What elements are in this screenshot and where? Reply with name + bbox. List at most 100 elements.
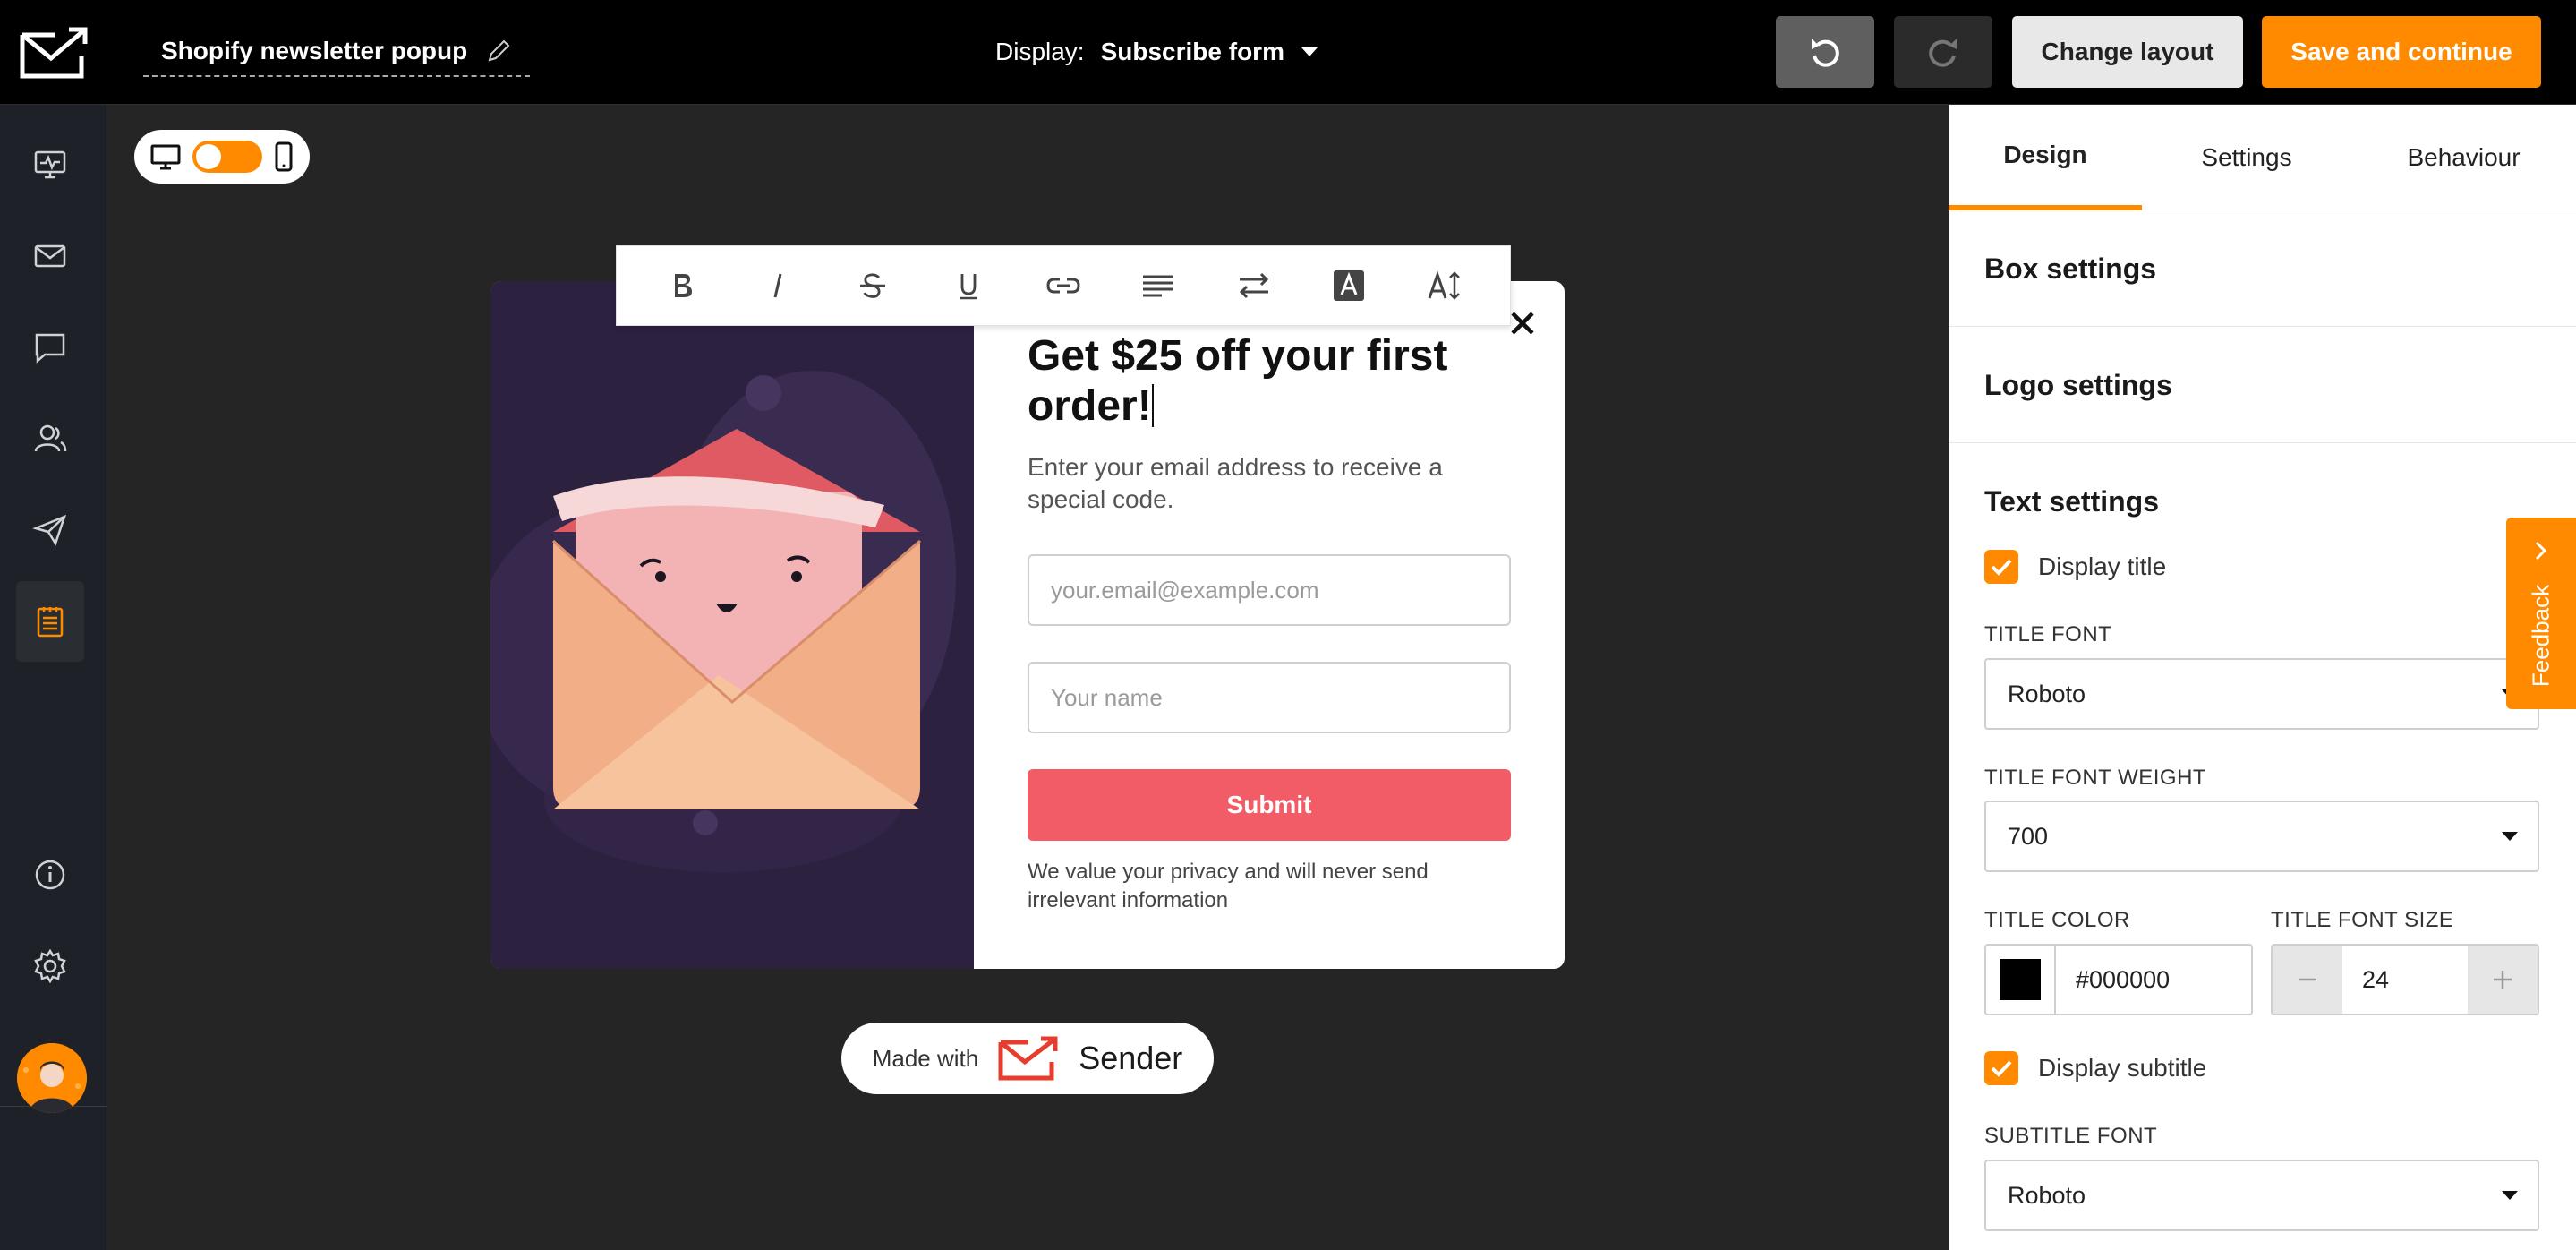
change-layout-button[interactable]: Change layout	[2012, 16, 2243, 88]
link-icon	[1046, 278, 1080, 294]
nav-settings[interactable]	[16, 926, 84, 1006]
title-font-label: TITLE FONT	[1984, 622, 2112, 646]
check-icon	[1991, 1060, 2012, 1077]
font-size-icon	[1428, 270, 1460, 300]
tab-behaviour[interactable]: Behaviour	[2351, 105, 2576, 210]
check-icon	[1991, 559, 2012, 576]
popup-name: Shopify newsletter popup	[161, 37, 468, 64]
title-color-label: TITLE COLOR	[1984, 908, 2130, 932]
title-font-weight-value: 700	[2008, 822, 2049, 850]
nav-info[interactable]	[16, 835, 84, 915]
direction-button[interactable]	[1223, 254, 1285, 317]
device-toggle[interactable]	[134, 130, 310, 184]
undo-button[interactable]	[1776, 16, 1874, 88]
title-font-value: Roboto	[2008, 680, 2086, 707]
direction-icon	[1239, 272, 1268, 299]
submit-button[interactable]: Submit	[1028, 769, 1511, 841]
title-color-field[interactable]: #000000	[1984, 944, 2253, 1015]
box-settings-header[interactable]: Box settings	[1984, 253, 2156, 286]
display-subtitle-checkbox[interactable]	[1984, 1051, 2018, 1085]
link-button[interactable]	[1032, 254, 1095, 317]
avatar-icon	[17, 1043, 87, 1113]
undo-icon	[1812, 39, 1839, 67]
strikethrough-button[interactable]	[841, 254, 904, 317]
align-button[interactable]	[1127, 254, 1190, 317]
popup-name-field[interactable]: Shopify newsletter popup	[143, 27, 530, 77]
panel-tabs: Design Settings Behaviour	[1949, 105, 2576, 210]
save-and-continue-button[interactable]: Save and continue	[2262, 16, 2541, 88]
mail-icon	[34, 244, 66, 268]
display-title-checkbox[interactable]	[1984, 550, 2018, 584]
text-color-button[interactable]	[1318, 254, 1380, 317]
italic-icon	[773, 273, 782, 298]
subscribers-icon	[34, 424, 67, 452]
desktop-icon[interactable]	[150, 143, 181, 170]
popup-title[interactable]: Get $25 off your first order!	[1028, 332, 1447, 430]
brand-name: Sender	[1079, 1040, 1183, 1076]
text-format-toolbar	[616, 245, 1511, 326]
bold-icon	[675, 274, 693, 297]
mobile-icon[interactable]	[274, 141, 294, 172]
feedback-tab[interactable]: Feedback	[2506, 518, 2576, 709]
plus-icon	[2494, 971, 2512, 989]
envelope-image	[490, 281, 974, 969]
display-subtitle-row[interactable]: Display subtitle	[1984, 1051, 2206, 1085]
popup-title-editable[interactable]: Get $25 off your first order!	[1028, 331, 1511, 432]
align-icon	[1143, 275, 1174, 297]
design-panel: Design Settings Behaviour Box settings L…	[1949, 105, 2576, 1250]
increase-button[interactable]	[2468, 946, 2538, 1014]
user-avatar[interactable]	[17, 1043, 87, 1113]
section-divider	[1949, 326, 2576, 327]
send-icon	[32, 514, 67, 546]
popup-subtitle[interactable]: Enter your email address to receive a sp…	[1028, 451, 1493, 516]
device-switch[interactable]	[192, 141, 262, 173]
display-title-row[interactable]: Display title	[1984, 550, 2166, 584]
sender-brand-icon	[998, 1036, 1058, 1081]
decrease-button[interactable]	[2273, 946, 2342, 1014]
logo-settings-header[interactable]: Logo settings	[1984, 369, 2172, 402]
chevron-right-icon	[2535, 541, 2547, 561]
nav-subscribers[interactable]	[16, 398, 84, 479]
sender-logo-icon	[20, 27, 88, 78]
nav-automation[interactable]	[16, 490, 84, 570]
feedback-label: Feedback	[2527, 584, 2555, 688]
app-root: Shopify newsletter popup Display: Subscr…	[0, 0, 2576, 1250]
nav-forms[interactable]	[16, 581, 84, 662]
text-cursor	[1151, 384, 1154, 427]
nav-sms[interactable]	[16, 307, 84, 388]
italic-button[interactable]	[746, 254, 809, 317]
redo-button[interactable]	[1894, 16, 1992, 88]
email-field[interactable]: your.email@example.com	[1028, 554, 1511, 626]
display-value[interactable]: Subscribe form	[1101, 38, 1284, 66]
info-icon	[35, 860, 65, 890]
popup-preview: Get $25 off your first order! Enter your…	[490, 281, 1565, 969]
made-with-sender-badge[interactable]: Made with Sender	[841, 1023, 1214, 1094]
text-settings-header[interactable]: Text settings	[1984, 485, 2159, 518]
name-field[interactable]: Your name	[1028, 662, 1511, 733]
subtitle-font-label: SUBTITLE FONT	[1984, 1124, 2158, 1148]
color-swatch	[2000, 959, 2041, 1000]
title-font-size-label: TITLE FONT SIZE	[2271, 908, 2454, 932]
title-font-size-stepper[interactable]: 24	[2271, 944, 2539, 1015]
underline-button[interactable]	[937, 254, 1000, 317]
subtitle-font-value: Roboto	[2008, 1181, 2086, 1209]
title-font-size-value[interactable]: 24	[2342, 946, 2468, 1014]
title-color-value[interactable]: #000000	[2056, 946, 2170, 1014]
gear-icon	[34, 948, 66, 984]
underline-icon	[959, 274, 977, 300]
privacy-text[interactable]: We value your privacy and will never sen…	[1028, 858, 1457, 915]
nav-dashboard[interactable]	[16, 124, 84, 205]
app-logo[interactable]	[0, 0, 107, 105]
tab-design[interactable]: Design	[1949, 105, 2142, 210]
title-font-weight-select[interactable]: 700	[1984, 801, 2539, 872]
font-size-button[interactable]	[1413, 254, 1476, 317]
chevron-down-icon	[2502, 1191, 2518, 1200]
pencil-icon[interactable]	[485, 38, 512, 64]
bold-button[interactable]	[651, 254, 713, 317]
title-font-select[interactable]: Roboto	[1984, 658, 2539, 730]
subtitle-font-select[interactable]: Roboto	[1984, 1160, 2539, 1231]
display-selector[interactable]: Display: Subscribe form	[995, 27, 1318, 77]
tab-settings[interactable]: Settings	[2142, 105, 2351, 210]
nav-campaigns[interactable]	[16, 216, 84, 296]
color-swatch-button[interactable]	[1986, 946, 2056, 1014]
